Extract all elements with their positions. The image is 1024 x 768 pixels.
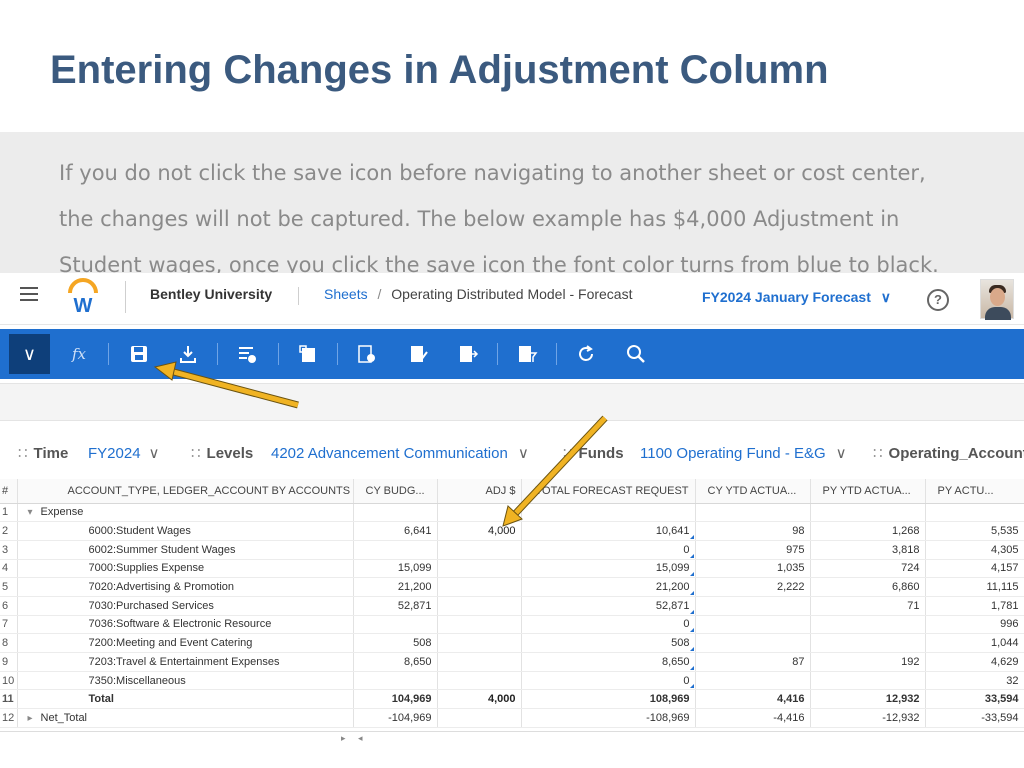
arrow-to-save-icon bbox=[153, 361, 299, 409]
slide: Entering Changes in Adjustment Column If… bbox=[0, 0, 1024, 768]
arrow-to-adjustment-cell bbox=[502, 415, 608, 527]
annotation-arrows bbox=[153, 361, 608, 527]
